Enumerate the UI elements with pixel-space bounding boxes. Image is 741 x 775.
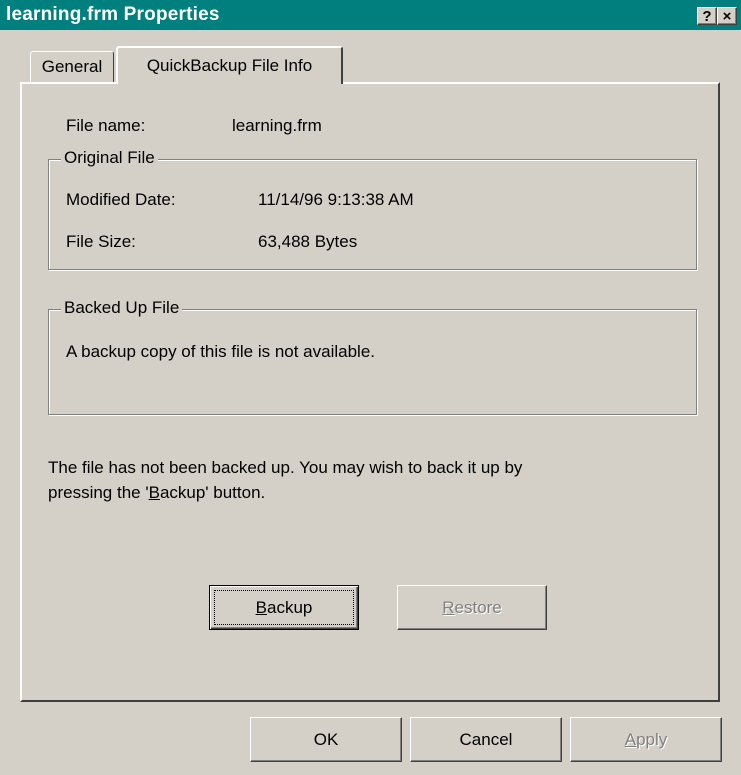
notice-line-1: The file has not been backed up. You may… bbox=[48, 458, 523, 477]
title-bar[interactable]: learning.frm Properties ? × bbox=[0, 0, 741, 30]
backup-button[interactable]: Backup bbox=[209, 585, 359, 630]
original-file-legend: Original File bbox=[61, 148, 158, 168]
help-button[interactable]: ? bbox=[697, 7, 717, 25]
apply-button-label: Apply bbox=[624, 730, 668, 749]
cancel-button[interactable]: Cancel bbox=[410, 717, 562, 762]
modified-date-value: 11/14/96 9:13:38 AM bbox=[258, 190, 414, 209]
file-name-label: File name: bbox=[66, 116, 146, 135]
backup-status-message: A backup copy of this file is not availa… bbox=[66, 342, 376, 361]
window-title: learning.frm Properties bbox=[6, 4, 220, 25]
close-button[interactable]: × bbox=[717, 7, 737, 25]
restore-button[interactable]: Restore bbox=[397, 585, 547, 630]
ok-button[interactable]: OK bbox=[250, 717, 402, 762]
original-file-group: Original File bbox=[48, 148, 697, 270]
tab-general[interactable]: General bbox=[30, 51, 114, 83]
properties-dialog: learning.frm Properties ? × General Quic… bbox=[0, 0, 741, 775]
modified-date-label: Modified Date: bbox=[66, 190, 176, 209]
apply-button[interactable]: Apply bbox=[570, 717, 722, 762]
tab-quickbackup-file-info[interactable]: QuickBackup File Info bbox=[116, 46, 343, 84]
backed-up-file-legend: Backed Up File bbox=[61, 298, 183, 318]
backup-button-label: Backup bbox=[255, 598, 313, 617]
backed-up-file-group: Backed Up File bbox=[48, 298, 697, 415]
file-size-label: File Size: bbox=[66, 232, 136, 251]
file-size-value: 63,488 Bytes bbox=[258, 232, 358, 251]
file-name-value: learning.frm bbox=[232, 116, 322, 135]
restore-button-label: Restore bbox=[442, 598, 502, 617]
notice-line-2: pressing the 'Backup' button. bbox=[48, 483, 266, 502]
